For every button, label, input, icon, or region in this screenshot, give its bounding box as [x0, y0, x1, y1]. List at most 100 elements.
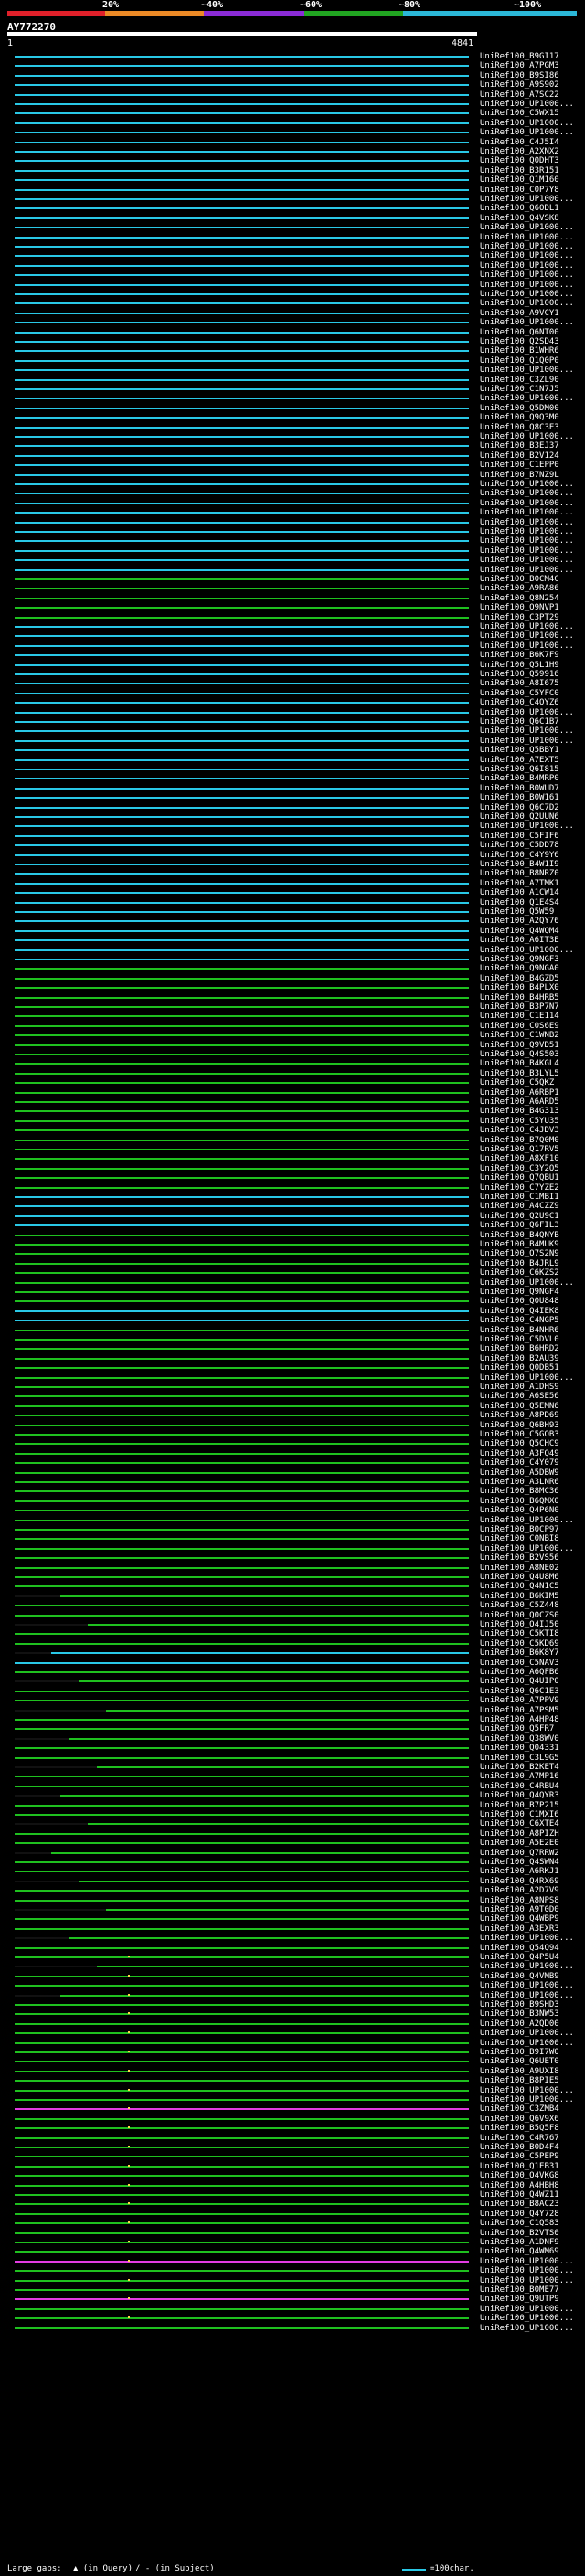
hit-row[interactable]: UniRef100_UP1000... [0, 708, 585, 717]
hit-row[interactable]: UniRef100_Q4QYR3 [0, 1791, 585, 1800]
hit-label[interactable]: UniRef100_Q4WBP9 [480, 1914, 559, 1924]
hit-row[interactable]: UniRef100_Q4UIP0 [0, 1677, 585, 1686]
hit-label[interactable]: UniRef100_A8PIZH [480, 1829, 559, 1839]
hit-label[interactable]: UniRef100_A9UXI8 [480, 2067, 559, 2076]
hit-label[interactable]: UniRef100_C3Y2Q5 [480, 1164, 559, 1173]
hit-row[interactable]: UniRef100_UP1000... [0, 737, 585, 746]
hit-label[interactable]: UniRef100_C4Y9Y6 [480, 851, 559, 860]
hit-row[interactable]: UniRef100_A7PPV9 [0, 1696, 585, 1705]
hit-row[interactable]: UniRef100_C3L9G5 [0, 1754, 585, 1763]
hit-label[interactable]: UniRef100_UP1000... [480, 946, 574, 955]
hit-label[interactable]: UniRef100_A3LNR6 [480, 1478, 559, 1487]
hit-row[interactable]: UniRef100_C5Z448 [0, 1601, 585, 1610]
hit-row[interactable]: UniRef100_A1DHS9 [0, 1383, 585, 1392]
hit-label[interactable]: UniRef100_B1WHR6 [480, 346, 559, 355]
hit-label[interactable]: UniRef100_C1E114 [480, 1012, 559, 1021]
hit-row[interactable]: UniRef100_UP1000... [0, 726, 585, 736]
hit-label[interactable]: UniRef100_B3P7N7 [480, 1002, 559, 1012]
hit-label[interactable]: UniRef100_UP1000... [480, 128, 574, 137]
hit-row[interactable]: UniRef100_B9GI17 [0, 52, 585, 61]
hit-label[interactable]: UniRef100_Q8N254 [480, 594, 559, 603]
hit-row[interactable]: UniRef100_B4KGL4 [0, 1059, 585, 1068]
hit-row[interactable]: UniRef100_B9I7W0 [0, 2048, 585, 2057]
hit-label[interactable]: UniRef100_A7SC22 [480, 90, 559, 100]
hit-label[interactable]: UniRef100_B7P215 [480, 1801, 559, 1810]
hit-row[interactable]: UniRef100_B4NHR6 [0, 1326, 585, 1335]
hit-row[interactable]: UniRef100_C5YU35 [0, 1117, 585, 1126]
hit-row[interactable]: UniRef100_UP1000... [0, 946, 585, 955]
hit-row[interactable]: UniRef100_B3P7N7 [0, 1002, 585, 1012]
hit-label[interactable]: UniRef100_UP1000... [480, 2039, 574, 2048]
hit-label[interactable]: UniRef100_Q6V9X6 [480, 2115, 559, 2124]
hit-label[interactable]: UniRef100_A8NE02 [480, 1564, 559, 1573]
hit-row[interactable]: UniRef100_Q6I815 [0, 765, 585, 774]
hit-label[interactable]: UniRef100_B9GI17 [480, 52, 559, 61]
hit-label[interactable]: UniRef100_C1Q583 [480, 2219, 559, 2228]
hit-row[interactable]: UniRef100_A6RBP1 [0, 1088, 585, 1097]
hit-label[interactable]: UniRef100_A8PD69 [480, 1411, 559, 1420]
hit-label[interactable]: UniRef100_UP1000... [480, 737, 574, 746]
hit-row[interactable]: UniRef100_Q5DM00 [0, 404, 585, 413]
hit-label[interactable]: UniRef100_A2D7V9 [480, 1886, 559, 1895]
hit-row[interactable]: UniRef100_A1CW14 [0, 888, 585, 897]
hit-label[interactable]: UniRef100_B0W161 [480, 793, 559, 802]
hit-row[interactable]: UniRef100_C1MXI6 [0, 1810, 585, 1819]
hit-row[interactable]: UniRef100_UP1000... [0, 290, 585, 299]
hit-row[interactable]: UniRef100_UP1000... [0, 631, 585, 641]
hit-row[interactable]: UniRef100_A2D7V9 [0, 1886, 585, 1895]
hit-row[interactable]: UniRef100_C3ZMB4 [0, 2104, 585, 2114]
hit-row[interactable]: UniRef100_Q6C7D2 [0, 803, 585, 812]
hit-label[interactable]: UniRef100_C4NGP5 [480, 1316, 559, 1325]
hit-label[interactable]: UniRef100_C5GOB3 [480, 1430, 559, 1439]
hit-row[interactable]: UniRef100_C1Q583 [0, 2219, 585, 2228]
hit-row[interactable]: UniRef100_C4J5I4 [0, 138, 585, 147]
hit-label[interactable]: UniRef100_A4HP48 [480, 1715, 559, 1724]
hit-label[interactable]: UniRef100_A2XNX2 [480, 147, 559, 156]
hit-label[interactable]: UniRef100_B4HRB5 [480, 993, 559, 1002]
hit-row[interactable]: UniRef100_Q4Y728 [0, 2210, 585, 2219]
hit-label[interactable]: UniRef100_UP1000... [480, 270, 574, 280]
hit-row[interactable]: UniRef100_B0D4F4 [0, 2143, 585, 2152]
hit-label[interactable]: UniRef100_UP1000... [480, 1544, 574, 1553]
hit-row[interactable]: UniRef100_Q5CHC9 [0, 1439, 585, 1448]
hit-label[interactable]: UniRef100_UP1000... [480, 1516, 574, 1525]
hit-label[interactable]: UniRef100_UP1000... [480, 1981, 574, 1990]
hit-row[interactable]: UniRef100_B2AU39 [0, 1354, 585, 1363]
hit-row[interactable]: UniRef100_UP1000... [0, 281, 585, 290]
hit-label[interactable]: UniRef100_C4R767 [480, 2134, 559, 2143]
hit-label[interactable]: UniRef100_B9I7W0 [480, 2048, 559, 2057]
hit-row[interactable]: UniRef100_C3PT29 [0, 613, 585, 622]
hit-label[interactable]: UniRef100_B2V124 [480, 451, 559, 461]
hit-label[interactable]: UniRef100_C1N7J5 [480, 385, 559, 394]
hit-label[interactable]: UniRef100_UP1000... [480, 119, 574, 128]
hit-row[interactable]: UniRef100_UP1000... [0, 2039, 585, 2048]
hit-row[interactable]: UniRef100_UP1000... [0, 499, 585, 508]
hit-row[interactable]: UniRef100_B7P215 [0, 1801, 585, 1810]
hit-row[interactable]: UniRef100_B7NZ9L [0, 471, 585, 480]
hit-label[interactable]: UniRef100_C5FIF6 [480, 832, 559, 841]
hit-label[interactable]: UniRef100_Q4IEK8 [480, 1307, 559, 1316]
hit-row[interactable]: UniRef100_C0P7Y8 [0, 186, 585, 195]
hit-row[interactable]: UniRef100_B8PIE5 [0, 2076, 585, 2085]
hit-label[interactable]: UniRef100_Q9UTP9 [480, 2295, 559, 2304]
hit-row[interactable]: UniRef100_B3LYL5 [0, 1069, 585, 1078]
hit-label[interactable]: UniRef100_UP1000... [480, 233, 574, 242]
hit-row[interactable]: UniRef100_UP1000... [0, 2029, 585, 2038]
hit-row[interactable]: UniRef100_UP1000... [0, 261, 585, 270]
hit-label[interactable]: UniRef100_A8NPS8 [480, 1896, 559, 1905]
hit-row[interactable]: UniRef100_B6QMX0 [0, 1497, 585, 1506]
hit-row[interactable]: UniRef100_Q6BH93 [0, 1421, 585, 1430]
hit-label[interactable]: UniRef100_UP1000... [480, 299, 574, 308]
hit-label[interactable]: UniRef100_A5E2E0 [480, 1839, 559, 1848]
hit-row[interactable]: UniRef100_A7PGM3 [0, 61, 585, 70]
hit-label[interactable]: UniRef100_B8PIE5 [480, 2076, 559, 2085]
hit-row[interactable]: UniRef100_Q5FR7 [0, 1724, 585, 1733]
hit-label[interactable]: UniRef100_Q38WV0 [480, 1734, 559, 1744]
hit-label[interactable]: UniRef100_UP1000... [480, 641, 574, 651]
hit-row[interactable]: UniRef100_B2VS56 [0, 1553, 585, 1563]
hit-row[interactable]: UniRef100_Q4S503 [0, 1050, 585, 1059]
hit-label[interactable]: UniRef100_UP1000... [480, 100, 574, 109]
hit-row[interactable]: UniRef100_UP1000... [0, 1934, 585, 1943]
hit-label[interactable]: UniRef100_B6QMX0 [480, 1497, 559, 1506]
hit-label[interactable]: UniRef100_Q17RV5 [480, 1145, 559, 1154]
